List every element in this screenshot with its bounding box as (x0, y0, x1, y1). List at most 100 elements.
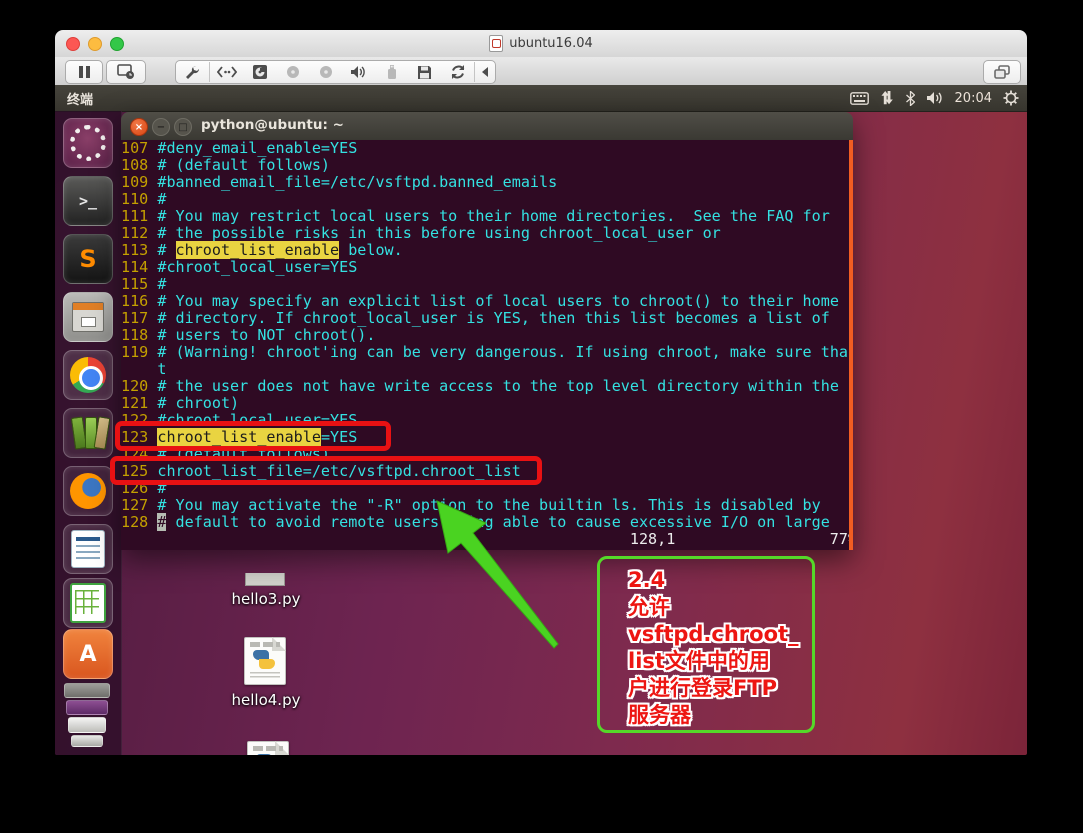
software-icon: A (79, 642, 96, 667)
terminal-row: 114 #chroot_local_user=YES (121, 259, 853, 276)
file-cabinet-icon (72, 302, 104, 332)
window-title-text: ubuntu16.04 (509, 36, 593, 51)
annotation-redbox-line123 (115, 421, 391, 451)
terminal-row: 120 # the user does not have write acces… (121, 378, 853, 395)
launcher-item-terminal[interactable]: >_ (63, 176, 113, 226)
third-file-icon[interactable] (247, 741, 289, 755)
hello3-file-label[interactable]: hello3.py (206, 590, 326, 608)
vm-window: ubuntu16.04 (55, 30, 1027, 755)
launcher-item-ubuntu-dash[interactable] (63, 118, 113, 168)
hello3-file-icon[interactable] (245, 573, 285, 586)
books-icon (70, 417, 106, 449)
chrome-icon (70, 357, 106, 393)
terminal-row: 127 # You may activate the "-R" option t… (121, 497, 853, 514)
python-logo-blue (256, 754, 272, 755)
terminal-maximize-button[interactable]: □ (174, 118, 192, 136)
usb-button[interactable] (375, 62, 408, 82)
ubuntu-desktop: 终端 (55, 85, 1027, 755)
calc-icon (70, 583, 106, 623)
cd-drive-1-icon (285, 65, 301, 79)
launcher-item-stacked-apps[interactable] (63, 681, 111, 747)
annotation-note-line: vsftpd.chroot_ (628, 621, 812, 648)
snapshot-icon (117, 64, 135, 80)
hard-disk-button[interactable] (243, 62, 276, 82)
terminal-row: 118 # users to NOT chroot(). (121, 327, 853, 344)
terminal-row: 117 # directory. If chroot_local_user is… (121, 310, 853, 327)
cd-drive-2-button[interactable] (309, 62, 342, 82)
terminal-close-button[interactable]: × (130, 118, 148, 136)
vm-document-icon (489, 35, 503, 52)
writer-icon (71, 530, 105, 568)
python-logo-yellow (259, 659, 275, 669)
terminal-row: 112 # the possible risks in this before … (121, 225, 853, 242)
firefox-icon (70, 473, 106, 509)
clock[interactable]: 20:04 (955, 91, 992, 106)
pause-icon (79, 66, 90, 78)
window-title: ubuntu16.04 (55, 30, 1027, 57)
hello4-file-label[interactable]: hello4.py (206, 691, 326, 709)
vim-editor-content[interactable]: 107 #deny_email_enable=YES108 # (default… (121, 140, 853, 550)
vm-toolbar (55, 57, 1027, 86)
terminal-row: 109 #banned_email_file=/etc/vsftpd.banne… (121, 174, 853, 191)
terminal-row: 121 # chroot) (121, 395, 853, 412)
terminal-row: 116 # You may specify an explicit list o… (121, 293, 853, 310)
launcher-item-sublime-text[interactable]: S (63, 234, 113, 284)
collapse-arrow-icon (481, 67, 489, 77)
sync-button[interactable] (441, 62, 474, 82)
annotation-note-line: list文件中的用 (628, 648, 812, 675)
hard-disk-icon (252, 64, 268, 80)
annotation-redbox-line125 (110, 456, 542, 485)
device-toolbar-group (175, 60, 496, 84)
snapshot-button[interactable] (106, 60, 146, 84)
ubuntu-logo-icon (70, 125, 106, 161)
annotation-note-line: 服务器 (628, 702, 812, 729)
network-updown-icon[interactable] (880, 91, 895, 105)
terminal-minimize-button[interactable]: − (152, 118, 170, 136)
launcher-item-chrome[interactable] (63, 350, 113, 400)
overlap-windows-icon (994, 65, 1010, 79)
volume-icon[interactable] (926, 91, 944, 105)
hello4-file-icon[interactable] (244, 637, 286, 685)
terminal-row: 107 #deny_email_enable=YES (121, 140, 853, 157)
launcher-item-firefox[interactable] (63, 466, 113, 516)
wrench-icon (184, 64, 201, 81)
keyboard-indicator-icon[interactable] (850, 92, 869, 105)
window-titlebar: ubuntu16.04 (55, 30, 1027, 58)
speaker-icon (350, 65, 367, 79)
session-gear-icon[interactable] (1003, 90, 1019, 106)
gears-icon (64, 683, 110, 698)
launcher-item-books[interactable] (63, 408, 113, 458)
pause-button[interactable] (65, 60, 103, 84)
app-layer-icon (66, 700, 108, 715)
settings-wrench-button[interactable] (176, 62, 209, 82)
network-adapter-button[interactable] (210, 62, 243, 82)
floppy-button[interactable] (408, 62, 441, 82)
annotation-note-line: 户进行登录FTP (628, 675, 812, 702)
floppy-icon (417, 65, 432, 80)
active-app-name[interactable]: 终端 (67, 89, 93, 108)
paper-icon (71, 735, 103, 747)
printer-icon (68, 717, 106, 733)
launcher-item-ubuntu-software[interactable]: A (63, 629, 113, 679)
terminal-title: python@ubuntu: ~ (201, 117, 344, 133)
launcher-item-file-cabinet[interactable] (63, 292, 113, 342)
terminal-icon: >_ (79, 192, 97, 210)
launcher-item-libreoffice-writer[interactable] (63, 524, 113, 574)
terminal-row: 111 # You may restrict local users to th… (121, 208, 853, 225)
usb-icon (385, 64, 399, 80)
windows-mode-button[interactable] (983, 60, 1021, 84)
cd-drive-1-button[interactable] (276, 62, 309, 82)
terminal-row: 108 # (default follows) (121, 157, 853, 174)
sound-button[interactable] (342, 62, 375, 82)
collapse-toolbar-button[interactable] (475, 62, 495, 82)
file-text-lines (253, 746, 283, 751)
sync-icon (450, 64, 466, 80)
annotation-note-line: 2.4 (628, 567, 812, 594)
terminal-row: t (121, 361, 853, 378)
screen: ubuntu16.04 (0, 0, 1083, 833)
terminal-row: 115 # (121, 276, 853, 293)
terminal-titlebar[interactable]: × − □ python@ubuntu: ~ (121, 112, 853, 141)
terminal-scrollbar[interactable] (849, 140, 853, 550)
launcher-item-libreoffice-calc[interactable] (63, 578, 113, 628)
bluetooth-icon[interactable] (906, 91, 915, 106)
